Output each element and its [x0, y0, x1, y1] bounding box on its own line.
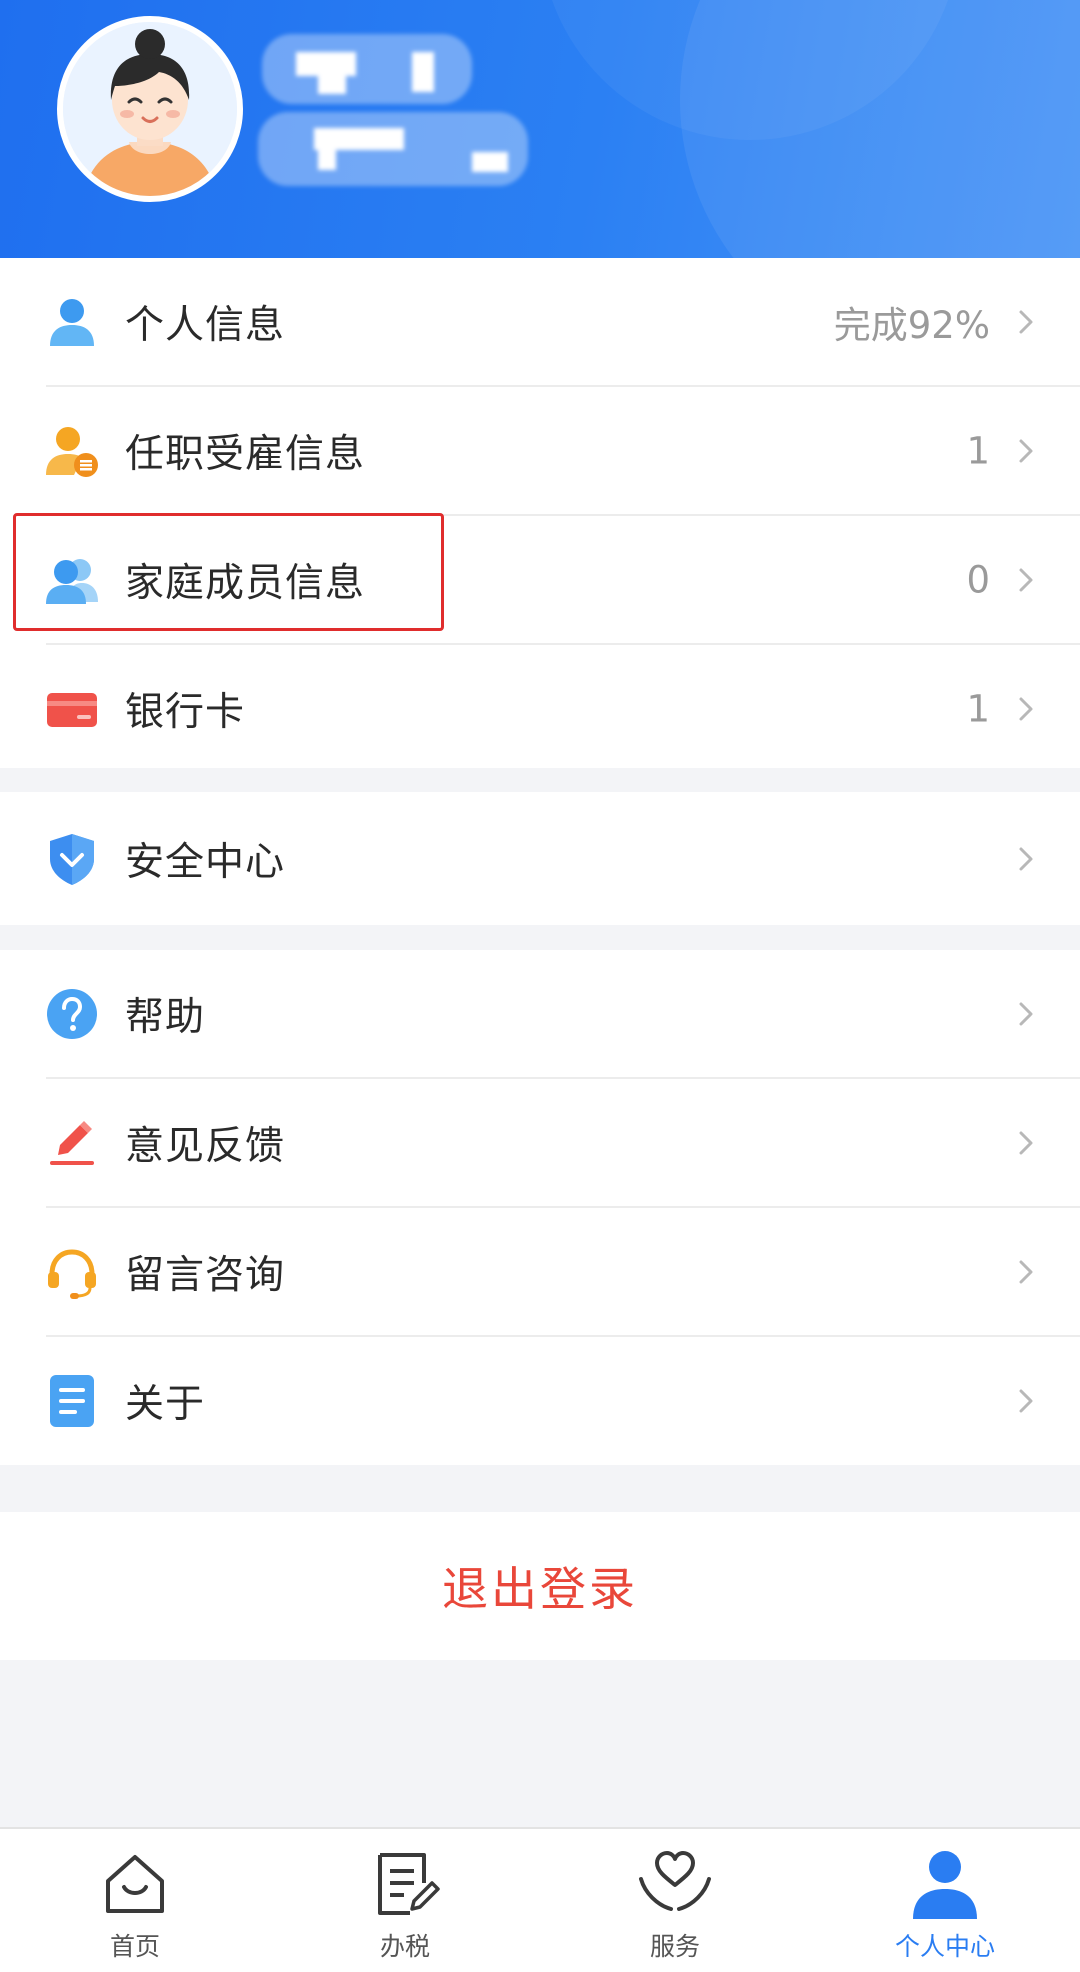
menu-item-personal-info[interactable]: 个人信息 完成92%	[0, 258, 1080, 385]
headset-icon	[44, 1244, 100, 1300]
menu-item-security-center[interactable]: 安全中心	[0, 795, 1080, 922]
menu-item-feedback[interactable]: 意见反馈	[0, 1079, 1080, 1206]
tab-label: 服务	[649, 1932, 700, 1961]
pencil-icon	[44, 1115, 100, 1171]
menu-item-consultation[interactable]: 留言咨询	[0, 1208, 1080, 1335]
avatar-illustration-icon	[63, 22, 237, 196]
tab-label: 办税	[379, 1932, 430, 1961]
menu-item-bank-card[interactable]: 银行卡 1	[0, 645, 1080, 772]
menu-item-label: 个人信息	[125, 302, 286, 348]
shield-icon	[44, 831, 100, 887]
chevron-right-icon	[1016, 1257, 1038, 1287]
menu-item-label: 安全中心	[125, 839, 286, 885]
home-icon	[106, 1855, 164, 1913]
support-group: 帮助 意见反馈 留言咨询 关于	[0, 950, 1080, 1465]
chevron-right-icon	[1016, 844, 1038, 874]
chevron-right-icon	[1016, 307, 1038, 337]
chevron-right-icon	[1016, 1128, 1038, 1158]
tax-form-icon	[378, 1853, 440, 1915]
blurred-phone-number	[258, 112, 528, 186]
profile-header	[0, 0, 1080, 258]
logout-button[interactable]: 退出登录	[0, 1512, 1080, 1660]
chevron-right-icon	[1016, 1386, 1038, 1416]
heart-hands-icon	[639, 1851, 711, 1911]
menu-item-value: 完成92%	[833, 303, 990, 347]
chevron-right-icon	[1016, 436, 1038, 466]
menu-item-label: 留言咨询	[125, 1252, 286, 1298]
document-icon	[44, 1373, 100, 1429]
tab-tax[interactable]: 办税	[305, 1829, 505, 1972]
person-icon	[44, 294, 100, 350]
help-question-icon	[44, 986, 100, 1042]
avatar[interactable]	[57, 16, 243, 202]
menu-item-about[interactable]: 关于	[0, 1337, 1080, 1464]
chevron-right-icon	[1016, 694, 1038, 724]
chevron-right-icon	[1016, 565, 1038, 595]
menu-item-label: 帮助	[125, 994, 206, 1040]
bottom-tab-bar: 首页 办税 服务 个人中心	[0, 1827, 1080, 1972]
menu-item-label: 银行卡	[125, 689, 246, 735]
tab-home[interactable]: 首页	[35, 1829, 235, 1972]
chevron-right-icon	[1016, 999, 1038, 1029]
tab-label: 个人中心	[894, 1932, 995, 1961]
blurred-username	[262, 34, 472, 104]
tab-service[interactable]: 服务	[575, 1829, 775, 1972]
menu-item-help[interactable]: 帮助	[0, 950, 1080, 1077]
menu-item-label: 关于	[125, 1381, 206, 1427]
logout-label: 退出登录	[442, 1562, 638, 1616]
highlight-box	[13, 513, 444, 631]
menu-item-label: 意见反馈	[125, 1123, 286, 1169]
menu-item-value: 0	[966, 558, 990, 601]
menu-item-label: 任职受雇信息	[125, 431, 366, 477]
tab-label: 首页	[109, 1932, 160, 1961]
person-icon	[913, 1851, 977, 1919]
profile-page: 个人信息 完成92% 任职受雇信息 1 家庭成员信息 0 银行卡 1 安全中心 …	[0, 0, 1080, 1972]
tab-personal-center[interactable]: 个人中心	[845, 1829, 1045, 1972]
employee-badge-icon	[44, 423, 100, 479]
menu-item-value: 1	[966, 687, 990, 730]
menu-item-employment-info[interactable]: 任职受雇信息 1	[0, 387, 1080, 514]
menu-item-value: 1	[966, 429, 990, 472]
bank-card-icon	[44, 681, 100, 737]
security-group: 安全中心	[0, 792, 1080, 925]
